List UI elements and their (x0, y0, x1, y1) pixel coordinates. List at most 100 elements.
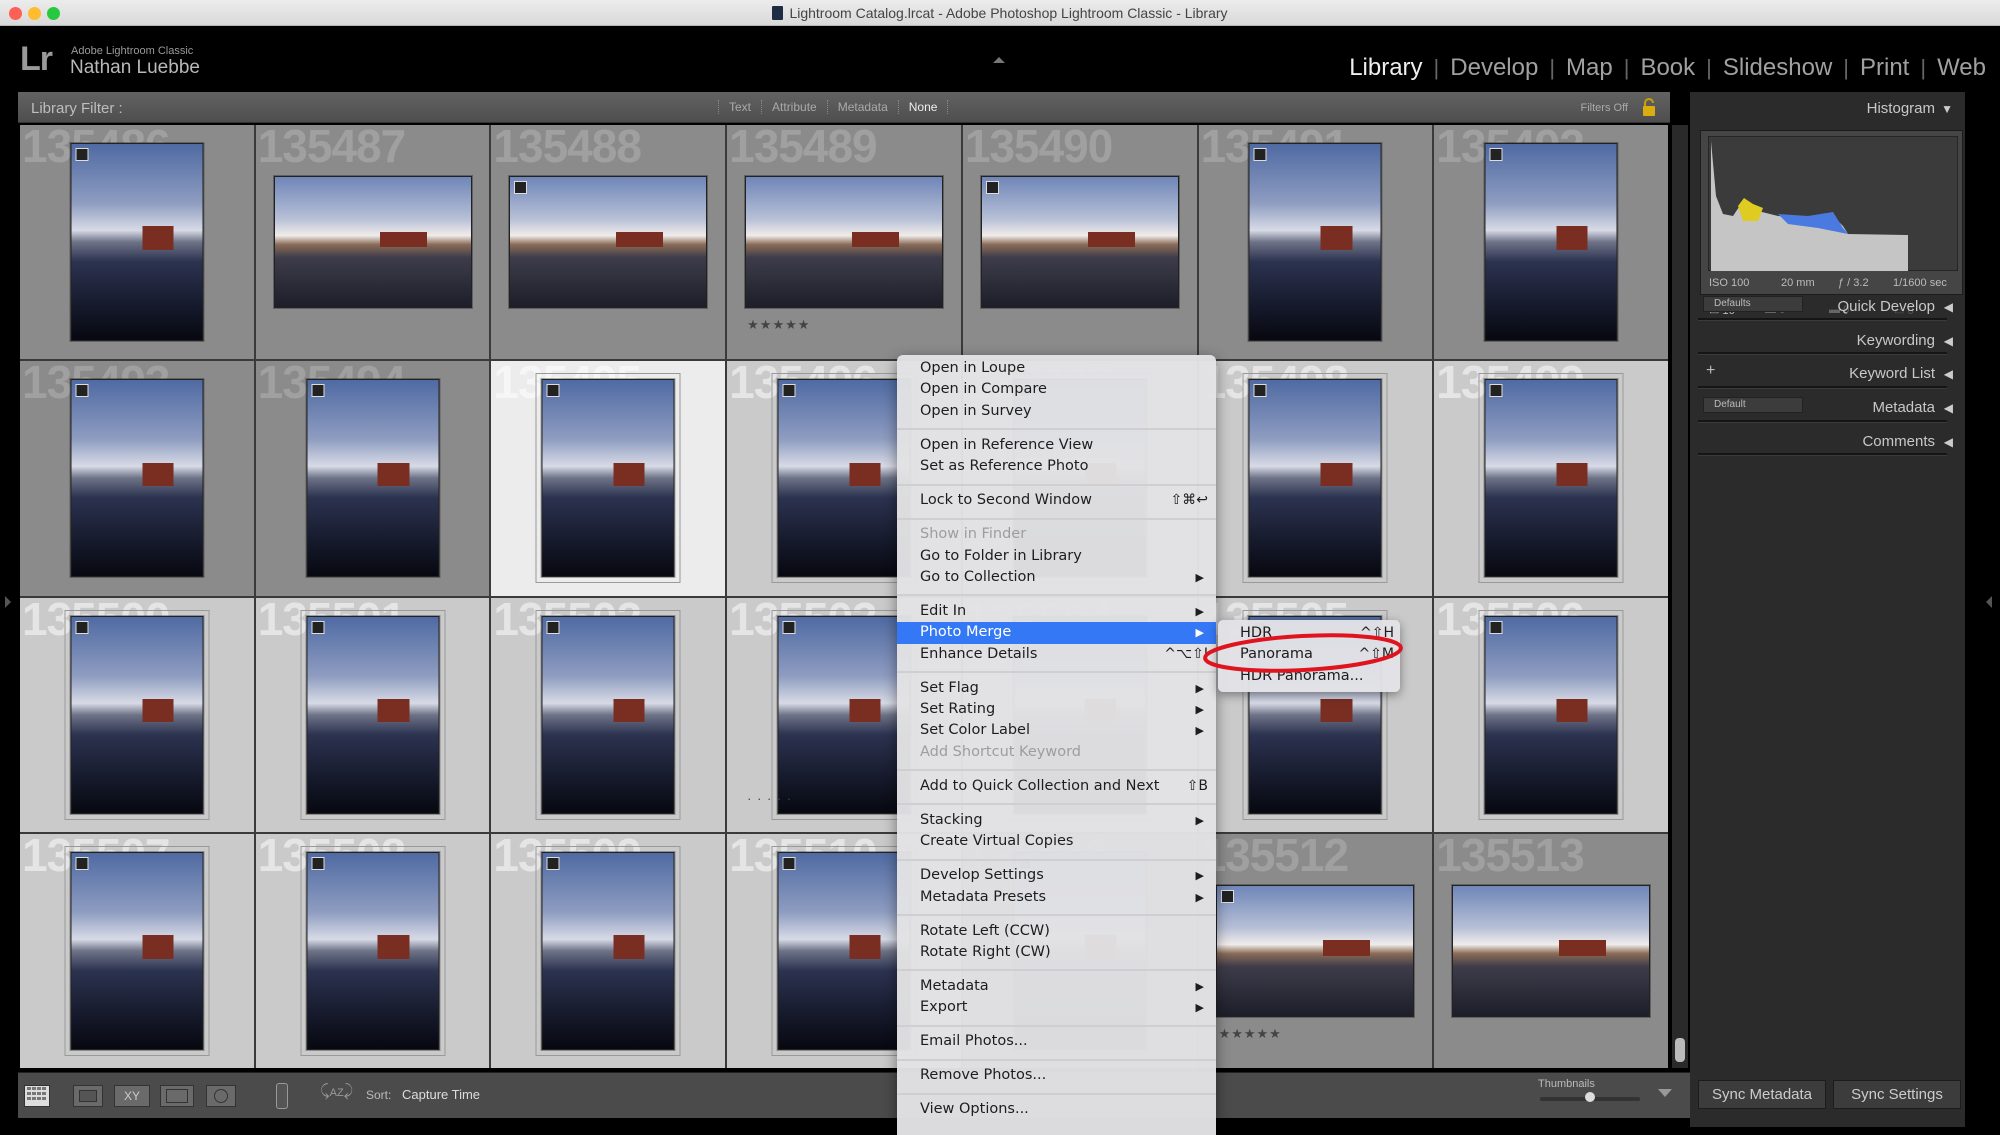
star-rating[interactable]: · · · · · (747, 791, 792, 806)
sync-settings-button[interactable]: Sync Settings (1833, 1080, 1961, 1109)
photo-thumbnail[interactable] (771, 845, 917, 1056)
star-rating[interactable]: ★★★★★ (747, 317, 810, 333)
module-slideshow[interactable]: Slideshow (1723, 54, 1832, 82)
people-view-button[interactable] (206, 1085, 236, 1107)
grid-cell[interactable]: 135499 (1434, 361, 1668, 596)
menu-item-set-flag[interactable]: Set Flag ▶ (897, 678, 1216, 699)
menu-item-add-to-quick-collection-and-next[interactable]: Add to Quick Collection and Next ⇧B (897, 776, 1216, 797)
panel-keywording[interactable]: Keywording (1857, 332, 1935, 349)
grid-cell[interactable]: 135487 (255, 125, 490, 360)
menu-item-open-in-loupe[interactable]: Open in Loupe (897, 358, 1216, 379)
photo-thumbnail[interactable] (1478, 609, 1624, 820)
toolbar-content-menu-icon[interactable] (1658, 1089, 1672, 1097)
menu-item-edit-in[interactable]: Edit In ▶ (897, 601, 1216, 622)
module-book[interactable]: Book (1640, 54, 1695, 82)
module-map[interactable]: Map (1566, 54, 1613, 82)
module-library[interactable]: Library (1349, 54, 1422, 82)
photo-thumbnail[interactable] (535, 373, 681, 584)
photo-thumbnail[interactable] (744, 176, 943, 309)
photo-thumbnail[interactable] (70, 143, 204, 342)
panel-metadata[interactable]: Metadata (1872, 399, 1935, 416)
histogram-title[interactable]: Histogram (1867, 100, 1935, 117)
grid-cell[interactable]: 135488 (491, 125, 726, 360)
menu-item-set-rating[interactable]: Set Rating ▶ (897, 699, 1216, 720)
menu-item-set-color-label[interactable]: Set Color Label ▶ (897, 720, 1216, 741)
grid-cell[interactable]: 135508 (255, 833, 490, 1068)
menu-item-stacking[interactable]: Stacking ▶ (897, 810, 1216, 831)
add-keyword-button[interactable]: + (1706, 362, 1715, 380)
metadata-preset-select[interactable]: Default (1703, 397, 1803, 413)
menu-item-metadata-presets[interactable]: Metadata Presets ▶ (897, 887, 1216, 908)
menu-item-photo-merge[interactable]: Photo Merge ▶ (897, 622, 1216, 644)
menu-item-develop-settings[interactable]: Develop Settings ▶ (897, 865, 1216, 886)
photo-thumbnail[interactable] (64, 845, 210, 1056)
menu-item-rotate-right-cw[interactable]: Rotate Right (CW) (897, 942, 1216, 963)
photo-thumbnail[interactable] (300, 845, 446, 1056)
grid-cell[interactable]: 135490 (962, 125, 1197, 360)
grid-cell[interactable]: 135494 (255, 361, 490, 596)
grid-cell[interactable]: 135502 (491, 597, 726, 832)
filter-tab-text[interactable]: Text (718, 100, 761, 114)
photo-thumbnail[interactable] (535, 845, 681, 1056)
menu-item-go-to-collection[interactable]: Go to Collection ▶ (897, 567, 1216, 588)
photo-thumbnail[interactable] (1216, 884, 1415, 1017)
menu-item-open-in-survey[interactable]: Open in Survey (897, 401, 1216, 422)
photo-thumbnail[interactable] (771, 609, 917, 820)
menu-item-email-photos[interactable]: Email Photos... (897, 1031, 1216, 1052)
menu-item-export[interactable]: Export ▶ (897, 997, 1216, 1018)
grid-cell[interactable]: 135500 (20, 597, 254, 832)
grid-cell[interactable]: 135498 (1198, 361, 1433, 596)
slider-handle[interactable] (1585, 1092, 1595, 1102)
grid-view-button[interactable] (24, 1085, 50, 1107)
panel-comments[interactable]: Comments (1862, 433, 1935, 450)
module-develop[interactable]: Develop (1450, 54, 1538, 82)
menu-item-enhance-details[interactable]: Enhance Details ^⌥⇧I (897, 644, 1216, 665)
grid-cell[interactable]: 135492 (1434, 125, 1668, 360)
filter-tab-none[interactable]: None (897, 100, 949, 114)
expand-triangle-icon[interactable]: ◀ (1944, 300, 1953, 314)
photo-thumbnail[interactable] (980, 176, 1179, 309)
filter-presets-dropdown[interactable]: Filters Off (1581, 102, 1628, 114)
photo-thumbnail[interactable] (1484, 143, 1618, 342)
menu-item-set-as-reference-photo[interactable]: Set as Reference Photo (897, 456, 1216, 477)
grid-cell[interactable]: 135495 (491, 361, 726, 596)
collapse-triangle-icon[interactable]: ▼ (1941, 102, 1953, 116)
photo-thumbnail[interactable] (771, 373, 917, 584)
grid-cell[interactable]: 135493 (20, 361, 254, 596)
photo-thumbnail[interactable] (535, 609, 681, 820)
loupe-view-button[interactable] (73, 1085, 103, 1107)
scrollbar-thumb[interactable] (1675, 1038, 1685, 1062)
expand-left-panel-icon[interactable] (5, 596, 11, 608)
painter-spray-icon[interactable] (276, 1083, 288, 1109)
collapse-top-panel-icon[interactable] (993, 57, 1005, 63)
filter-tab-attribute[interactable]: Attribute (761, 100, 827, 114)
panel-keyword-list[interactable]: Keyword List (1849, 365, 1935, 382)
grid-cell[interactable]: 135512 ★★★★★ (1198, 833, 1433, 1068)
sync-metadata-button[interactable]: Sync Metadata (1698, 1080, 1826, 1109)
quick-develop-preset-select[interactable]: Defaults (1703, 296, 1803, 312)
compare-view-button[interactable]: XY (114, 1085, 150, 1107)
photo-thumbnail[interactable] (1242, 373, 1388, 584)
menu-item-go-to-folder-in-library[interactable]: Go to Folder in Library (897, 546, 1216, 567)
grid-scrollbar[interactable] (1672, 125, 1688, 1068)
expand-triangle-icon[interactable]: ◀ (1944, 401, 1953, 415)
grid-cell[interactable]: 135513 (1434, 833, 1668, 1068)
expand-triangle-icon[interactable]: ◀ (1944, 334, 1953, 348)
filter-tab-metadata[interactable]: Metadata (826, 100, 898, 114)
grid-cell[interactable]: 135506 (1434, 597, 1668, 832)
grid-cell[interactable]: 135486 (20, 125, 254, 360)
grid-cell[interactable]: 135509 (491, 833, 726, 1068)
panel-quick-develop[interactable]: Quick Develop (1837, 298, 1935, 315)
menu-item-rotate-left-ccw[interactable]: Rotate Left (CCW) (897, 921, 1216, 942)
photo-thumbnail[interactable] (1248, 143, 1382, 342)
photo-thumbnail[interactable] (64, 609, 210, 820)
photo-thumbnail[interactable] (70, 379, 204, 578)
menu-item-open-in-reference-view[interactable]: Open in Reference View (897, 435, 1216, 456)
photo-thumbnail[interactable] (1478, 373, 1624, 584)
sort-dropdown[interactable]: Capture Time (402, 1087, 480, 1102)
grid-cell[interactable]: 135501 (255, 597, 490, 832)
expand-triangle-icon[interactable]: ◀ (1944, 435, 1953, 449)
photo-thumbnail[interactable] (300, 609, 446, 820)
star-rating[interactable]: ★★★★★ (1219, 1026, 1282, 1042)
menu-item-create-virtual-copies[interactable]: Create Virtual Copies (897, 831, 1216, 852)
